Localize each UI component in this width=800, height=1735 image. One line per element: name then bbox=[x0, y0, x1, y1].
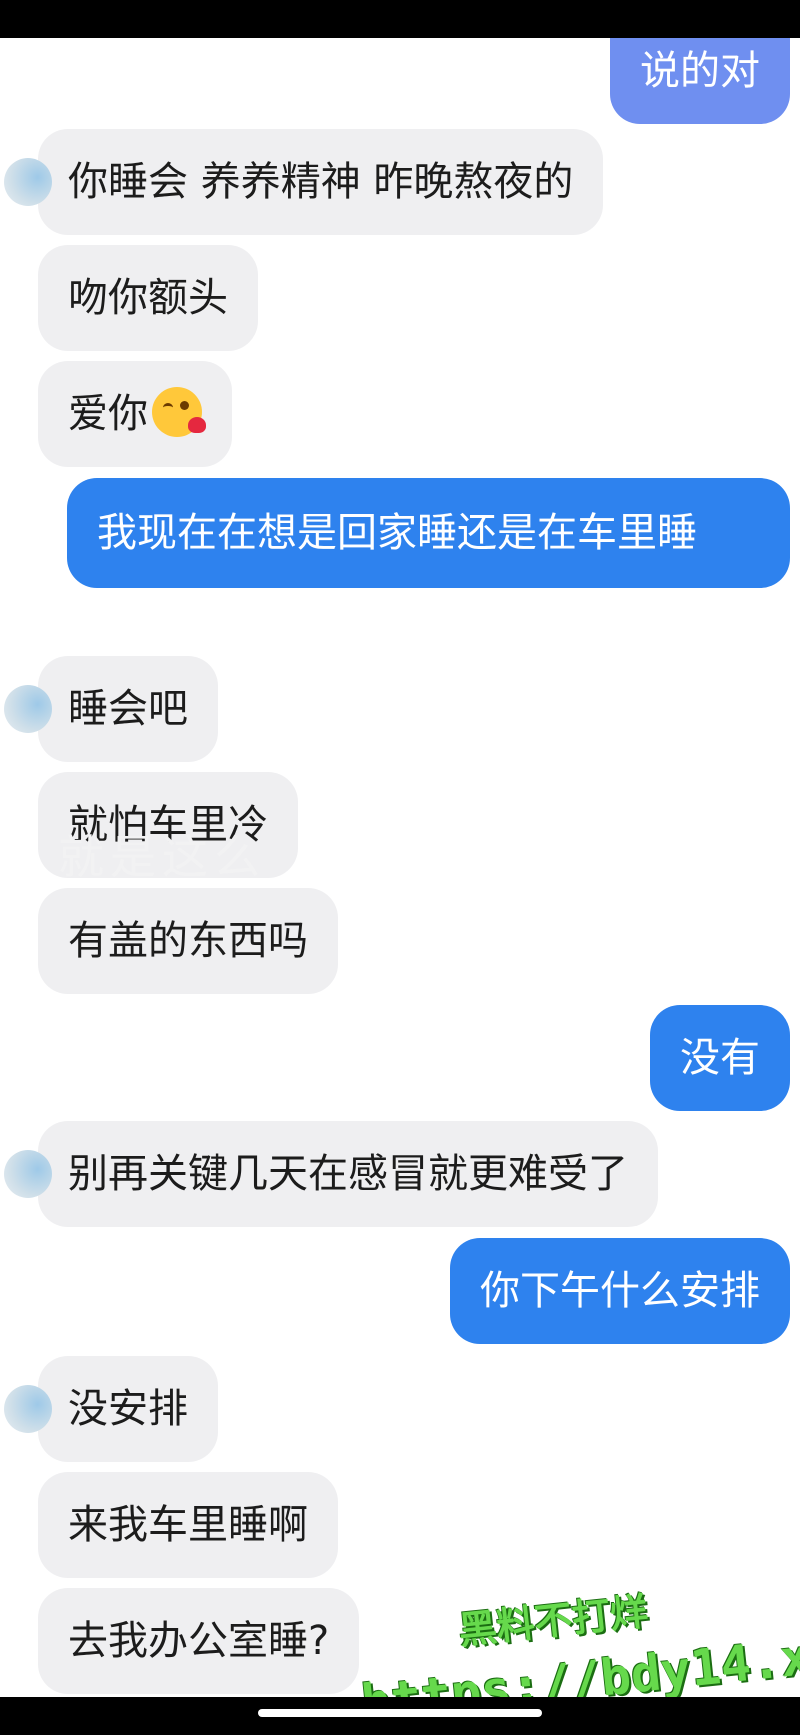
message-text: 爱你 bbox=[68, 391, 148, 437]
message-bubble-incoming[interactable]: 有盖的东西吗 bbox=[38, 888, 338, 994]
heart-icon bbox=[188, 417, 206, 433]
contact-avatar[interactable] bbox=[4, 158, 52, 206]
message-bubble-incoming[interactable]: 来我车里睡啊 bbox=[38, 1472, 338, 1578]
message-bubble-incoming[interactable]: 睡会吧 bbox=[4, 656, 218, 762]
contact-avatar[interactable] bbox=[4, 685, 52, 733]
message-bubble-outgoing[interactable]: 没有 bbox=[650, 1005, 790, 1111]
message-bubble-incoming[interactable]: 去我办公室睡? bbox=[38, 1588, 360, 1694]
message-bubble-outgoing[interactable]: 你下午什么安排 bbox=[450, 1238, 790, 1344]
message-bubble-incoming[interactable]: 别再关键几天在感冒就更难受了 bbox=[4, 1121, 658, 1227]
message-text: 别再关键几天在感冒就更难受了 bbox=[68, 1151, 628, 1197]
message-text: 我现在在想是回家睡还是在车里睡 bbox=[97, 510, 697, 556]
message-text: 说的对 bbox=[640, 48, 760, 94]
message-bubble-incoming[interactable]: 没安排 bbox=[4, 1356, 218, 1462]
kiss-emoji-icon bbox=[152, 387, 206, 437]
message-text: 吻你额头 bbox=[68, 275, 228, 321]
home-indicator[interactable] bbox=[258, 1709, 542, 1717]
chat-screen: 说的对 你睡会 养养精神 昨晚熬夜的 吻你额头 爱你 我现在在想是回家睡还是在车… bbox=[0, 38, 800, 1697]
message-text: 来我车里睡啊 bbox=[68, 1502, 308, 1548]
message-text: 没有 bbox=[680, 1035, 760, 1081]
contact-avatar[interactable] bbox=[4, 1150, 52, 1198]
message-text: 去我办公室睡? bbox=[68, 1618, 330, 1664]
message-bubble-incoming[interactable]: 吻你额头 bbox=[38, 245, 258, 351]
message-text: 睡会吧 bbox=[68, 686, 188, 732]
message-text: 你睡会 养养精神 昨晚熬夜的 bbox=[68, 159, 574, 205]
message-bubble-incoming[interactable]: 爱你 bbox=[38, 361, 232, 467]
watermark-title: 黑料不打烊 bbox=[456, 1589, 651, 1653]
contact-avatar[interactable] bbox=[4, 1385, 52, 1433]
message-bubble-outgoing[interactable]: 我现在在想是回家睡还是在车里睡 bbox=[67, 478, 790, 588]
message-text: 没安排 bbox=[68, 1386, 188, 1432]
faded-overlay-text: 就是这么 bbox=[58, 830, 266, 884]
message-text: 你下午什么安排 bbox=[480, 1268, 760, 1314]
message-text: 有盖的东西吗 bbox=[68, 918, 308, 964]
message-bubble-incoming[interactable]: 你睡会 养养精神 昨晚熬夜的 bbox=[4, 129, 604, 235]
message-bubble-outgoing[interactable]: 说的对 bbox=[610, 38, 790, 124]
